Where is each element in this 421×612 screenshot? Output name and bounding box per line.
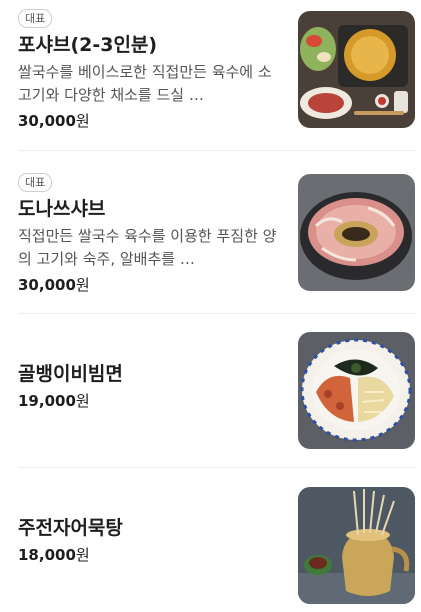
price-currency: 원 bbox=[75, 276, 90, 294]
menu-item-name: 도나쓰샤브 bbox=[18, 198, 106, 220]
menu-item-image[interactable] bbox=[298, 332, 415, 449]
menu-item-description: 직접만든 쌀국수 육수를 이용한 푸짐한 양의 고기와 숙주, 알배추를 … bbox=[18, 227, 277, 268]
menu-item-image[interactable] bbox=[298, 174, 415, 291]
price-amount: 30,000 bbox=[18, 276, 76, 294]
price-amount: 30,000 bbox=[18, 112, 76, 130]
kettle-fishcake-soup-photo bbox=[298, 487, 415, 604]
menu-item-kettle-fishcake-soup[interactable]: 주전자어묵탕 18,000원 bbox=[0, 468, 421, 612]
menu-item-po-shabu[interactable]: 대표 포샤브(2-3인분) 쌀국수를 베이스로한 직접만든 육수에 소고기와 다… bbox=[0, 0, 421, 150]
menu-item-whelk-bibim-noodle[interactable]: 골뱅이비빔면 19,000원 bbox=[0, 314, 421, 466]
menu-item-image[interactable] bbox=[298, 487, 415, 604]
menu-item-price: 19,000원 bbox=[18, 390, 280, 412]
menu-item-description: 쌀국수를 베이스로한 직접만든 육수에 소고기와 다양한 채소를 드실 … bbox=[18, 63, 272, 104]
signature-badge: 대표 bbox=[18, 173, 53, 192]
whelk-bibim-noodle-photo bbox=[298, 332, 415, 449]
menu-item-price: 30,000원 bbox=[18, 110, 280, 132]
donut-shabu-photo bbox=[298, 174, 415, 291]
price-currency: 원 bbox=[75, 546, 90, 564]
menu-item-name: 주전자어묵탕 bbox=[18, 517, 123, 539]
menu-item-name: 포샤브(2-3인분) bbox=[18, 34, 158, 56]
menu-item-price: 18,000원 bbox=[18, 544, 280, 566]
menu-item-image[interactable] bbox=[298, 11, 415, 128]
menu-item-price: 30,000원 bbox=[18, 274, 280, 296]
menu-item-name: 골뱅이비빔면 bbox=[18, 363, 123, 385]
price-amount: 19,000 bbox=[18, 392, 76, 410]
menu-list: 대표 포샤브(2-3인분) 쌀국수를 베이스로한 직접만든 육수에 소고기와 다… bbox=[0, 0, 421, 612]
price-amount: 18,000 bbox=[18, 546, 76, 564]
menu-item-donut-shabu[interactable]: 대표 도나쓰샤브 직접만든 쌀국수 육수를 이용한 푸짐한 양의 고기와 숙주,… bbox=[0, 151, 421, 313]
pho-shabu-hotpot-photo bbox=[298, 11, 415, 128]
price-currency: 원 bbox=[75, 112, 90, 130]
price-currency: 원 bbox=[75, 392, 90, 410]
signature-badge: 대표 bbox=[18, 9, 53, 28]
